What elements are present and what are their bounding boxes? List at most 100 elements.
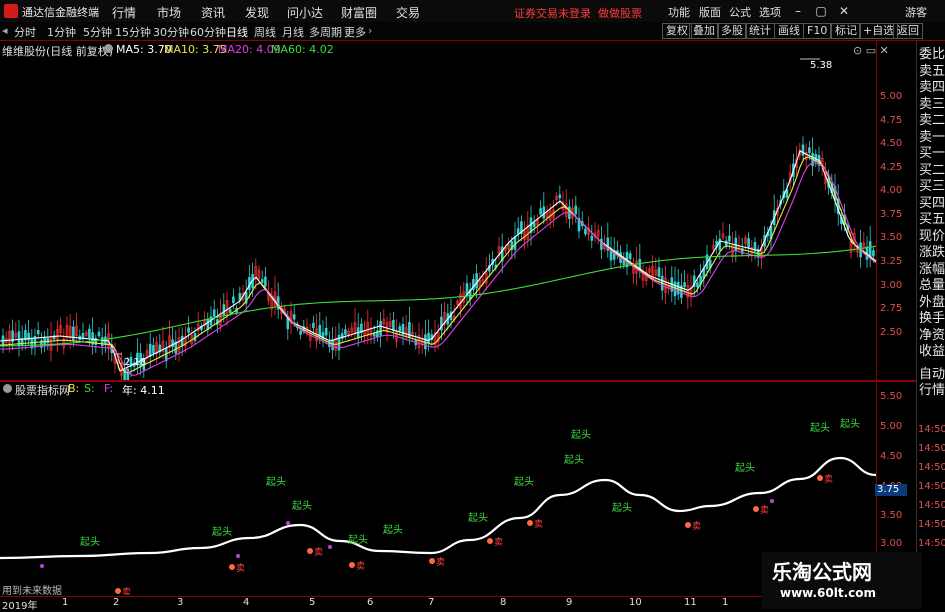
side-item[interactable]: 外盘 [919,295,945,310]
menu-trade[interactable]: 交易 [396,4,420,21]
side-item[interactable]: 卖四 [919,80,945,95]
time-tick: 14:50 [918,424,945,435]
candle-body [331,339,334,351]
side-item[interactable]: 行情 [919,383,945,398]
indicator-tick: 3.00 [880,538,903,549]
stats-button[interactable]: 统计 [745,23,775,39]
candle-body [46,337,50,344]
collapse-icon[interactable]: ◂ [2,24,8,37]
time-tick: 14:50 [918,500,945,511]
side-item[interactable]: 委比 [919,47,945,62]
restore-rights-button[interactable]: 复权 [662,23,692,39]
signal-dot [328,545,332,549]
period-multi[interactable]: 多周期 [309,24,342,40]
date-tick: 3 [177,597,184,608]
menu-info[interactable]: 资讯 [201,4,225,21]
sell-signal-mark: 卖 [356,561,365,572]
more-chevron-icon[interactable]: › [368,24,372,37]
side-item[interactable]: 卖五 [919,64,945,79]
time-tick: 14:50 [918,462,945,473]
minimize-icon[interactable]: – [788,2,808,20]
low-price-label: 2.18 [124,357,147,368]
price-tick: 4.00 [880,185,903,196]
menu-layout[interactable]: 版面 [699,4,721,20]
price-tick: 3.75 [880,209,903,220]
period-more[interactable]: 更多 [344,24,366,40]
multi-stock-button[interactable]: 多股 [717,23,747,39]
chart-title: 维维股份(日线 前复权) [2,45,114,58]
candle-body [88,328,91,339]
candle-body [657,267,661,277]
side-item[interactable]: 买四 [919,196,945,211]
candle-body [312,322,315,328]
period-30min[interactable]: 30分钟 [153,24,189,40]
side-item[interactable]: 买五 [919,212,945,227]
menu-ask[interactable]: 问小达 [287,4,323,21]
guest-label[interactable]: 游客 [905,4,927,20]
back-button[interactable]: 返回 [893,23,923,39]
sell-dot [753,506,759,512]
candle-body [286,318,290,330]
side-item[interactable]: 收益 [919,344,945,359]
menu-options[interactable]: 选项 [759,4,781,20]
period-5min[interactable]: 5分钟 [83,24,112,40]
indicator-settings-icon[interactable] [3,384,12,393]
period-intraday[interactable]: 分时 [14,24,36,40]
indicator-tick: 5.50 [880,391,903,402]
sell-signal-mark: 卖 [122,587,131,595]
period-60min[interactable]: 60分钟 [190,24,226,40]
kline-chart[interactable] [0,41,876,380]
menu-discover[interactable]: 发现 [245,4,269,21]
candle-body [299,330,302,335]
side-item[interactable]: 买二 [919,163,945,178]
sell-signal-mark: 卖 [236,563,245,574]
side-item[interactable]: 涨幅 [919,262,945,277]
date-tick: 2019年 [2,601,38,612]
candle-body [628,253,632,260]
side-item[interactable]: 净资 [919,328,945,343]
period-weekly[interactable]: 周线 [254,24,276,40]
sell-signal-mark: 卖 [692,521,701,532]
candle-body [379,321,382,336]
mark-button[interactable]: 标记 [831,23,861,39]
menu-formula[interactable]: 公式 [729,4,751,20]
indicator-year: 年: 4.11 [122,384,165,397]
side-item[interactable]: 换手 [919,311,945,326]
candle-body [532,222,536,227]
settings-icon[interactable] [104,44,113,53]
side-item[interactable]: 现价 [919,229,945,244]
overlay-button[interactable]: 叠加 [689,23,719,39]
side-item[interactable]: 买一 [919,146,945,161]
period-daily[interactable]: 日线 [226,24,248,40]
candle-body [232,296,235,304]
side-item[interactable]: 涨跌 [919,245,945,260]
sell-dot [429,558,435,564]
ma-line [0,156,876,374]
side-item[interactable]: 买三 [919,179,945,194]
menu-quotes[interactable]: 行情 [112,4,136,21]
period-monthly[interactable]: 月线 [282,24,304,40]
period-1min[interactable]: 1分钟 [47,24,76,40]
draw-line-button[interactable]: 画线 [774,23,804,39]
start-signal-mark: 起头 [292,500,312,512]
menu-function[interactable]: 功能 [668,4,690,20]
sell-signal-mark: 卖 [436,557,445,568]
login-status[interactable]: 证券交易未登录 做做股票 [514,5,642,21]
f10-button[interactable]: F10 [803,23,832,39]
side-item[interactable]: 卖三 [919,97,945,112]
side-item[interactable]: 自动 [919,367,945,382]
candle-body [318,325,322,337]
side-item[interactable]: 卖一 [919,130,945,145]
period-15min[interactable]: 15分钟 [115,24,151,40]
side-item[interactable]: 总量 [919,278,945,293]
indicator-chart[interactable]: 起头起头起头起头起头起头起头起头起头起头起头起头起头 起头卖卖卖卖 卖卖卖 卖卖卖 [0,383,876,595]
close-icon[interactable]: ✕ [834,2,854,20]
side-item[interactable]: 卖二 [919,113,945,128]
ma60-label: MA60: 4.02 [271,43,334,56]
sell-dot [307,548,313,554]
sell-dot [115,588,121,594]
menu-market[interactable]: 市场 [157,4,181,21]
menu-wealth[interactable]: 财富圈 [341,4,377,21]
candle-body [212,309,216,317]
restore-icon[interactable]: ▢ [811,2,831,20]
